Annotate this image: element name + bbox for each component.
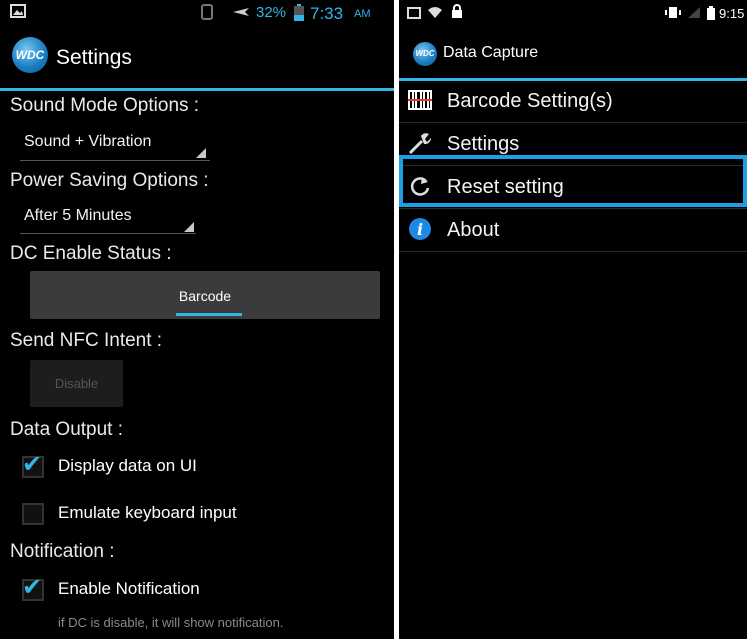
clock: 9:15: [719, 6, 745, 21]
power-saving-spinner[interactable]: After 5 Minutes: [24, 207, 132, 225]
app-logo[interactable]: WDC: [413, 42, 437, 66]
status-bar: 32% 7:33 AM: [0, 0, 394, 24]
dc-enable-label: DC Enable Status :: [10, 243, 172, 264]
emulate-keyboard-label: Emulate keyboard input: [58, 503, 237, 522]
menu-item-about[interactable]: i About: [399, 209, 747, 252]
toggle-on-indicator: [176, 313, 242, 316]
battery-icon: [294, 4, 304, 24]
sound-mode-spinner[interactable]: Sound + Vibration: [24, 133, 151, 151]
sound-mode-label: Sound Mode Options :: [10, 95, 200, 116]
battery-percent: 32%: [256, 4, 287, 21]
notification-label: Notification :: [10, 541, 115, 562]
data-output-label: Data Output :: [10, 419, 124, 440]
emulate-keyboard-checkbox[interactable]: [22, 503, 44, 525]
settings-screen: 32% 7:33 AM WDC Settings Sound Mode Opti…: [0, 0, 394, 639]
data-capture-screen: 9:15 WDC Data Capture Barcode Setting(s)…: [399, 0, 747, 639]
display-data-label: Display data on UI: [58, 456, 197, 475]
page-title: Settings: [56, 46, 132, 69]
no-signal-icon: [687, 6, 701, 22]
menu-item-label: About: [447, 219, 500, 241]
notification-hint: if DC is disable, it will show notificat…: [58, 615, 284, 630]
clock: 7:33: [310, 4, 344, 23]
wifi-icon: [427, 6, 443, 22]
clock-ampm: AM: [354, 8, 371, 20]
rotate-icon: [200, 4, 214, 23]
send-nfc-label: Send NFC Intent :: [10, 330, 163, 351]
checkmark-icon: ✔: [22, 574, 43, 601]
power-saving-label: Power Saving Options :: [10, 170, 209, 191]
barcode-icon: [408, 88, 432, 112]
airplane-mode-icon: [232, 4, 250, 23]
menu-item-label: Settings: [447, 133, 520, 155]
selection-highlight: [399, 155, 747, 207]
info-icon: i: [408, 217, 432, 241]
action-bar: WDC Data Capture: [399, 30, 747, 81]
menu-item-label: Barcode Setting(s): [447, 90, 613, 112]
menu-item-barcode-settings[interactable]: Barcode Setting(s): [399, 80, 747, 123]
spinner-arrow-icon: [184, 222, 194, 232]
action-bar: WDC Settings: [0, 24, 394, 91]
barcode-toggle-button[interactable]: Barcode: [30, 271, 380, 319]
svg-text:i: i: [417, 220, 423, 239]
lock-icon: [451, 4, 463, 22]
spinner-underline: [20, 233, 196, 234]
vibrate-icon: [665, 6, 681, 22]
enable-notification-label: Enable Notification: [58, 579, 200, 598]
image-notification-icon: [10, 4, 26, 21]
nfc-disable-button[interactable]: Disable: [30, 360, 123, 407]
checkmark-icon: ✔: [22, 451, 43, 478]
page-title: Data Capture: [443, 44, 539, 61]
image-notification-icon: [407, 6, 421, 22]
spinner-underline: [20, 160, 210, 161]
spinner-arrow-icon: [196, 148, 206, 158]
status-bar: 9:15: [399, 0, 747, 30]
battery-icon: [707, 6, 715, 23]
wrench-icon: [408, 131, 432, 155]
app-logo[interactable]: WDC: [12, 37, 48, 73]
